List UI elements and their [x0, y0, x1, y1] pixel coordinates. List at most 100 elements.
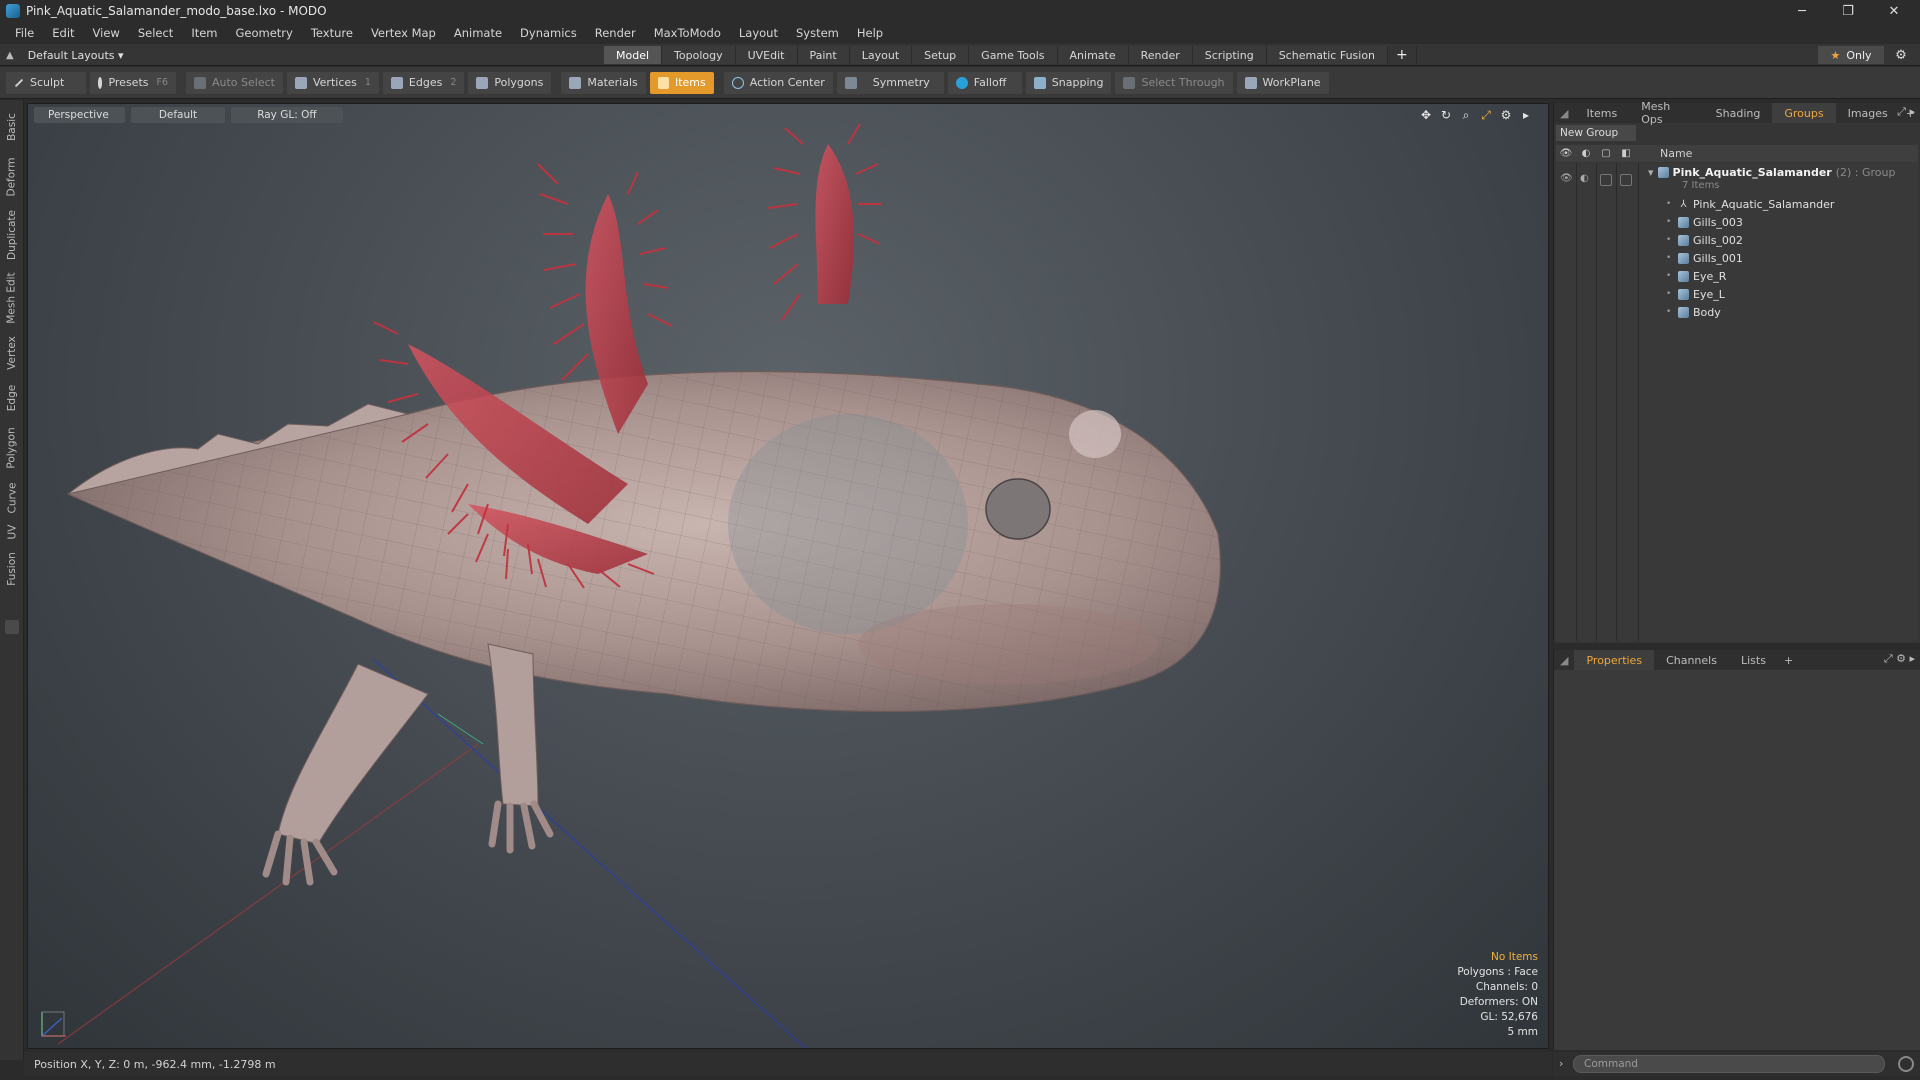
- menu-system[interactable]: System: [787, 22, 848, 44]
- tab-render[interactable]: Render: [1128, 46, 1193, 64]
- menu-dynamics[interactable]: Dynamics: [511, 22, 586, 44]
- vtab-duplicate[interactable]: Duplicate: [2, 204, 22, 266]
- group-row[interactable]: 👁 ◐ ▾ Pink_Aquatic_Salamander (2) : Grou…: [1556, 165, 1918, 193]
- viewport-menu-arrow-icon[interactable]: ▸: [1516, 107, 1536, 123]
- rotate-icon[interactable]: ↻: [1436, 107, 1456, 123]
- menu-animate[interactable]: Animate: [445, 22, 511, 44]
- menu-vertex-map[interactable]: Vertex Map: [362, 22, 445, 44]
- panel-grip-icon[interactable]: ◢: [1554, 103, 1574, 123]
- vtab-basic[interactable]: Basic: [2, 104, 22, 150]
- tab-game-tools[interactable]: Game Tools: [969, 46, 1058, 64]
- menu-edit[interactable]: Edit: [43, 22, 83, 44]
- workplane-button[interactable]: WorkPlane: [1236, 71, 1329, 94]
- tab-paint[interactable]: Paint: [797, 46, 850, 64]
- list-item[interactable]: • Eye_L: [1556, 285, 1918, 303]
- list-item[interactable]: • Gills_002: [1556, 231, 1918, 249]
- shading-mode-button[interactable]: Default: [130, 107, 226, 123]
- tab-groups[interactable]: Groups: [1772, 103, 1836, 123]
- menu-render[interactable]: Render: [586, 22, 645, 44]
- symmetry-button[interactable]: Symmetry: [836, 71, 944, 94]
- list-item[interactable]: • Gills_001: [1556, 249, 1918, 267]
- auto-select-button[interactable]: Auto Select: [186, 71, 283, 94]
- vtab-mesh-edit[interactable]: Mesh Edit: [2, 268, 22, 328]
- maximize-button[interactable]: ❐: [1826, 0, 1870, 22]
- tab-mesh-ops[interactable]: Mesh Ops: [1629, 100, 1703, 126]
- menu-select[interactable]: Select: [129, 22, 182, 44]
- tab-items[interactable]: Items: [1574, 103, 1629, 123]
- minimize-button[interactable]: ─: [1780, 0, 1824, 22]
- zoom-icon[interactable]: ⌕: [1456, 107, 1476, 123]
- list-item[interactable]: • Gills_003: [1556, 213, 1918, 231]
- select-column-icon[interactable]: ◧: [1616, 148, 1636, 159]
- collapse-up-icon[interactable]: ▲: [6, 50, 14, 61]
- maximize-viewport-icon[interactable]: ⤢: [1476, 107, 1496, 123]
- command-input[interactable]: [1573, 1055, 1885, 1073]
- presets-button[interactable]: Presets F6: [90, 71, 176, 94]
- items-button[interactable]: Items: [649, 71, 714, 94]
- tab-animate[interactable]: Animate: [1057, 46, 1129, 64]
- tab-properties[interactable]: Properties: [1574, 650, 1655, 670]
- menu-file[interactable]: File: [6, 22, 43, 44]
- vtab-deform[interactable]: Deform: [2, 152, 22, 202]
- menu-maxtomodo[interactable]: MaxToModo: [645, 22, 730, 44]
- list-item[interactable]: • ⅄ Pink_Aquatic_Salamander: [1556, 195, 1918, 213]
- tab-setup[interactable]: Setup: [912, 46, 970, 64]
- layout-selector[interactable]: ▲ Default Layouts ▾: [6, 44, 124, 66]
- menu-help[interactable]: Help: [848, 22, 892, 44]
- menu-geometry[interactable]: Geometry: [227, 22, 302, 44]
- menu-texture[interactable]: Texture: [302, 22, 362, 44]
- group-lock-icon[interactable]: [1600, 174, 1612, 186]
- tab-channels[interactable]: Channels: [1654, 650, 1729, 670]
- render-column-icon[interactable]: ◐: [1576, 148, 1596, 159]
- vtab-polygon[interactable]: Polygon: [2, 420, 22, 476]
- gear-icon[interactable]: ⚙: [1890, 46, 1912, 64]
- select-through-button[interactable]: Select Through: [1115, 71, 1233, 94]
- menu-layout[interactable]: Layout: [730, 22, 787, 44]
- add-tab-plus-icon[interactable]: +: [1388, 46, 1417, 64]
- tab-lists[interactable]: Lists: [1729, 650, 1778, 670]
- tab-layout[interactable]: Layout: [849, 46, 913, 64]
- visibility-column-icon[interactable]: 👁: [1556, 148, 1576, 159]
- panel-expand-icon[interactable]: ⤢ ▸: [1897, 105, 1915, 119]
- expand-arrow-icon[interactable]: ▾: [1648, 166, 1654, 179]
- raygl-button[interactable]: Ray GL: Off: [231, 107, 343, 123]
- vtab-curve[interactable]: Curve: [2, 478, 22, 518]
- group-select-icon[interactable]: [1620, 174, 1632, 186]
- new-group-button[interactable]: New Group: [1556, 125, 1636, 141]
- command-arrow-icon[interactable]: ›: [1559, 1057, 1563, 1070]
- group-render-icon[interactable]: ◐: [1580, 173, 1589, 184]
- edges-button[interactable]: Edges 2: [382, 71, 465, 94]
- add-panel-tab-icon[interactable]: +: [1778, 650, 1799, 670]
- falloff-button[interactable]: Falloff: [947, 71, 1022, 94]
- pan-icon[interactable]: ✥: [1416, 107, 1436, 123]
- only-button[interactable]: ★ Only: [1818, 46, 1884, 64]
- list-item[interactable]: • Eye_R: [1556, 267, 1918, 285]
- menu-item[interactable]: Item: [182, 22, 226, 44]
- vtab-vertex[interactable]: Vertex: [2, 330, 22, 376]
- polygons-button[interactable]: Polygons: [468, 71, 552, 94]
- action-center-button[interactable]: Action Center: [723, 71, 833, 94]
- panel-grip-icon[interactable]: ◢: [1554, 650, 1574, 670]
- tab-scripting[interactable]: Scripting: [1192, 46, 1267, 64]
- lock-column-icon[interactable]: ▢: [1596, 148, 1616, 159]
- menu-view[interactable]: View: [84, 22, 129, 44]
- panel-expand-icon[interactable]: ⤢ ⚙ ▸: [1884, 652, 1915, 666]
- tab-topology[interactable]: Topology: [662, 46, 736, 64]
- vtab-fusion[interactable]: Fusion: [2, 546, 22, 592]
- tab-model[interactable]: Model: [604, 46, 663, 64]
- sculpt-button[interactable]: Sculpt: [6, 71, 86, 94]
- vtab-uv[interactable]: UV: [2, 520, 22, 544]
- viewport-settings-icon[interactable]: ⚙: [1496, 107, 1516, 123]
- view-mode-button[interactable]: Perspective: [34, 107, 125, 123]
- list-item[interactable]: • Body: [1556, 303, 1918, 321]
- tab-shading[interactable]: Shading: [1704, 103, 1773, 123]
- materials-button[interactable]: Materials: [561, 71, 646, 94]
- close-button[interactable]: ✕: [1872, 0, 1916, 22]
- snapping-button[interactable]: Snapping: [1025, 71, 1112, 94]
- group-visibility-icon[interactable]: 👁: [1560, 173, 1573, 184]
- vertices-button[interactable]: Vertices 1: [286, 71, 379, 94]
- vtab-edge[interactable]: Edge: [2, 378, 22, 418]
- 3d-viewport[interactable]: Perspective Default Ray GL: Off ✥ ↻ ⌕ ⤢ …: [27, 103, 1549, 1049]
- panel-toggle-icon[interactable]: [5, 620, 19, 634]
- tab-images[interactable]: Images: [1836, 103, 1900, 123]
